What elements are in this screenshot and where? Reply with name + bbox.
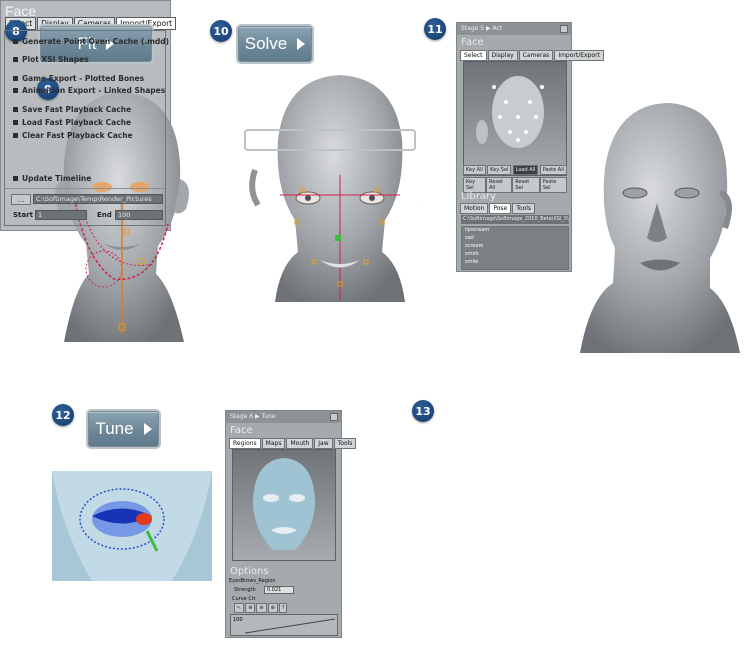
library-path-field[interactable]: C:\Softimage\Softimage_2010_Beta\XSI_5\F… [461,215,569,224]
curve-toolbar: ↖ ⊕ ⊕ ⊕ ? [234,603,288,613]
face-heading: Face [461,37,484,48]
bullet-icon [13,88,18,93]
head-result-render [580,103,740,353]
tab-import-export[interactable]: Import/Export [554,50,604,61]
step-12-badge: 12 [52,404,74,426]
key-tool-icon[interactable]: ⊕ [245,603,256,613]
strength-label: Strength [234,587,256,593]
key-tool-icon[interactable]: ⊕ [267,603,278,613]
tab-regions[interactable]: Regions [229,438,261,449]
bullet-icon [13,57,18,62]
step-13-badge: 13 [412,400,434,422]
bullet-icon [13,176,18,181]
tab-motion[interactable]: Motion [460,203,489,214]
list-item[interactable]: scream [462,243,568,251]
start-field[interactable]: 1 [35,210,87,220]
end-label: End [97,211,112,219]
mouth-tune-render [52,471,212,581]
reset-sel-button[interactable]: Reset Sel [512,177,540,193]
head-solve-render [244,75,420,302]
step-11-badge: 11 [424,18,446,40]
plot-xsi-shapes-button[interactable]: Plot XSI Shapes [13,55,89,64]
tab-mouth[interactable]: Mouth [286,438,314,449]
pointer-tool-icon[interactable]: ↖ [234,603,245,613]
close-icon[interactable] [560,25,568,33]
key-all-button[interactable]: Key All [463,165,486,175]
face-heading: Face [230,425,253,436]
close-icon[interactable] [330,413,338,421]
clear-fast-playback-cache-button[interactable]: Clear Fast Playback Cache [13,131,133,140]
key-tool-icon[interactable]: ⊕ [256,603,267,613]
load-fast-playback-cache-button[interactable]: Load Fast Playback Cache [13,118,131,127]
pose-list[interactable]: lipscream sad scream smirk smile [461,226,569,270]
curve-line [244,618,336,634]
face-selector-graphic [476,76,544,148]
solve-button[interactable]: Solve [238,26,312,62]
face-heading: Face [5,3,37,19]
output-path-field[interactable]: C:\Softimage\Temp\Render_Pictures [33,194,163,204]
end-field[interactable]: 100 [115,210,163,220]
bullet-icon [13,133,18,138]
load-all-button[interactable]: Load All [512,165,539,175]
step-10-badge: 10 [210,20,232,42]
tab-cameras[interactable]: Cameras [518,50,554,61]
paste-all-button[interactable]: Paste All [539,165,567,175]
options-heading: Options [230,566,269,577]
bullet-icon [13,107,18,112]
play-arrow-icon [143,423,152,435]
region-selector-view[interactable] [232,449,336,561]
tab-tools[interactable]: Tools [333,438,357,449]
tune-button[interactable]: Tune [88,411,159,447]
list-item[interactable]: sad [462,235,568,243]
help-icon[interactable]: ? [278,603,288,613]
tune-button-label: Tune [95,419,134,438]
tune-panel-title: Stage 6 ▶ Tune [226,411,341,423]
region-face-graphic [253,458,315,550]
act-panel-title: Stage 5 ▶ Act [457,23,571,35]
region-name: EyesBrows_Region [229,578,276,584]
list-item[interactable]: lipscream [462,227,568,235]
bullet-icon [13,39,18,44]
face-selector-view[interactable] [463,61,567,176]
import-export-panel: Face Select Display Cameras Import/Expor… [0,0,177,231]
animation-export-linked-shapes-button[interactable]: Animation Export - Linked Shapes [13,86,165,95]
tab-tools[interactable]: Tools [512,203,536,214]
play-arrow-icon [297,38,306,50]
browse-button[interactable]: ... [11,194,31,205]
bullet-icon [13,76,18,81]
list-item[interactable]: smile [462,259,568,267]
list-item[interactable]: smirk [462,251,568,259]
curve-graph[interactable]: 100 [230,614,338,636]
start-label: Start [13,211,33,219]
tab-jaw[interactable]: Jaw [314,438,333,449]
import-export-body: Generate Point Oven Cache (.mdd) Plot XS… [4,30,169,226]
save-fast-playback-cache-button[interactable]: Save Fast Playback Cache [13,105,131,114]
update-timeline-button[interactable]: Update Timeline [13,174,91,183]
tab-select[interactable]: Select [460,50,487,61]
generate-point-oven-cache-button[interactable]: Generate Point Oven Cache (.mdd) [13,37,169,46]
library-heading: Library [461,191,496,202]
tab-display[interactable]: Display [487,50,518,61]
solve-button-label: Solve [244,34,288,53]
key-sel-button[interactable]: Key Sel [487,165,512,175]
tab-pose[interactable]: Pose [489,203,512,214]
tab-maps[interactable]: Maps [261,438,286,449]
strength-field[interactable]: 0.021 [264,586,294,594]
bullet-icon [13,120,18,125]
game-export-plotted-bones-button[interactable]: Game Export - Plotted Bones [13,74,144,83]
tune-panel: Stage 6 ▶ Tune Face Regions Maps Mouth J… [225,410,357,638]
curve-label: Curve Ctr [232,596,256,602]
act-panel: Stage 5 ▶ Act Face Select Display Camera… [456,22,604,272]
paste-sel-button[interactable]: Paste Sel [539,177,567,193]
